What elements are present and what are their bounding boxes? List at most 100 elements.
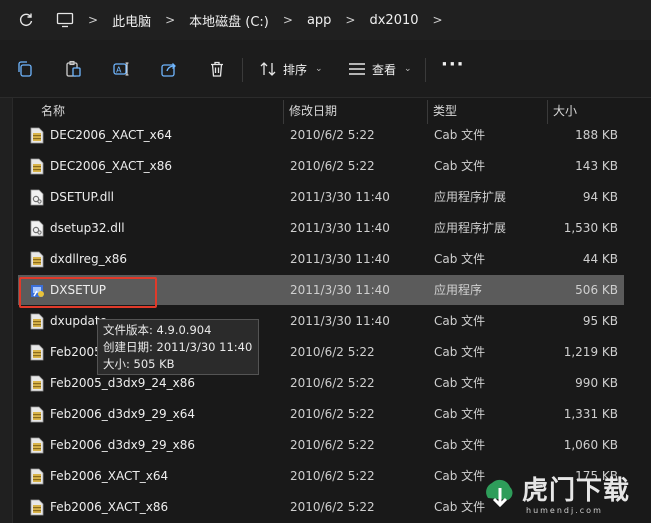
cab-file-icon (30, 468, 44, 485)
cab-file-icon (30, 375, 44, 392)
file-date: 2011/3/30 11:40 (290, 314, 390, 328)
file-row[interactable]: Feb2006_d3dx9_29_x64 2010/6/2 5:22 Cab 文件 1… (18, 399, 624, 429)
file-row[interactable]: DEC2006_XACT_x64 2010/6/2 5:22 Cab 文件 188 K… (18, 120, 624, 150)
file-size: 1,219 KB (563, 345, 618, 359)
file-type: 应用程序 (434, 283, 483, 297)
breadcrumb-item[interactable]: 此电脑 (112, 11, 151, 30)
tooltip-size: 大小: 505 KB (103, 357, 175, 371)
file-name: DSETUP.dll (50, 190, 115, 204)
file-date: 2010/6/2 5:22 (290, 407, 375, 421)
file-row[interactable]: Feb2006_d3dx9_29_x86 2010/6/2 5:22 Cab 文件 1… (18, 430, 624, 460)
file-date: 2010/6/2 5:22 (290, 500, 375, 514)
copy-icon[interactable] (14, 58, 36, 80)
file-type: Cab 文件 (434, 159, 486, 173)
view-button[interactable]: 查看 ⌄ (348, 58, 412, 80)
file-row[interactable]: DEC2006_XACT_x86 2010/6/2 5:22 Cab 文件 143 K… (18, 151, 624, 181)
share-icon[interactable] (158, 58, 180, 80)
file-size: 143 KB (575, 159, 618, 173)
paste-icon[interactable] (62, 58, 84, 80)
file-type: Cab 文件 (434, 500, 486, 514)
file-date: 2011/3/30 11:40 (290, 190, 390, 204)
file-name: dxdllreg_x86 (50, 252, 128, 266)
toolbar-divider (242, 58, 243, 82)
file-name: Feb2006_d3dx9_29_x86 (50, 438, 196, 452)
file-row[interactable]: DSETUP.dll 2011/3/30 11:40 应用程序扩展 94 KB (18, 182, 624, 212)
file-name: Feb2006_XACT_x86 (50, 500, 169, 514)
file-date: 2011/3/30 11:40 (290, 283, 390, 297)
file-date: 2011/3/30 11:40 (290, 252, 390, 266)
watermark-logo-icon (486, 479, 513, 508)
file-type: Cab 文件 (434, 252, 486, 266)
breadcrumb-item[interactable]: app (307, 13, 331, 28)
tooltip-created: 创建日期: 2011/3/30 11:40 (103, 340, 253, 354)
breadcrumb-item[interactable]: 本地磁盘 (C:) (189, 11, 269, 30)
file-date: 2010/6/2 5:22 (290, 376, 375, 390)
command-bar: A 排序 ⌄ 查看 ⌄ ··· (0, 40, 651, 98)
computer-icon[interactable] (56, 12, 74, 28)
tooltip-version: 文件版本: 4.9.0.904 (103, 323, 212, 337)
more-options-button[interactable]: ··· (441, 54, 465, 75)
sort-icon (260, 62, 276, 76)
cab-file-icon (30, 344, 44, 361)
highlight-box (19, 277, 157, 308)
file-type: Cab 文件 (434, 407, 486, 421)
file-name: DEC2006_XACT_x64 (50, 128, 173, 142)
cab-file-icon (30, 499, 44, 516)
chevron-right-icon: > (88, 13, 99, 27)
navigation-pane-edge (0, 98, 13, 523)
dll-file-icon (30, 189, 44, 206)
file-size: 990 KB (575, 376, 618, 390)
watermark: 虎门下载 humendj.com (480, 470, 645, 520)
file-size: 1,060 KB (563, 438, 618, 452)
file-size: 1,331 KB (563, 407, 618, 421)
chevron-down-icon: ⌄ (404, 64, 412, 74)
file-name: Feb2006_d3dx9_29_x64 (50, 407, 196, 421)
file-size: 506 KB (575, 283, 618, 297)
rename-icon[interactable]: A (110, 58, 132, 80)
chevron-down-icon: ⌄ (315, 64, 323, 74)
file-type: 应用程序扩展 (434, 221, 507, 235)
file-type: Cab 文件 (434, 376, 486, 390)
file-type: Cab 文件 (434, 469, 486, 483)
cab-file-icon (30, 251, 44, 268)
address-bar: > 此电脑 > 本地磁盘 (C:) > app > dx2010 > (0, 0, 651, 40)
file-name: dsetup32.dll (50, 221, 125, 235)
file-date: 2011/3/30 11:40 (290, 221, 390, 235)
svg-text:A: A (116, 66, 122, 75)
file-size: 44 KB (582, 252, 618, 266)
file-type: 应用程序扩展 (434, 190, 507, 204)
delete-icon[interactable] (206, 58, 228, 80)
watermark-text: 虎门下载 (522, 476, 631, 506)
file-row[interactable]: dsetup32.dll 2011/3/30 11:40 应用程序扩展 1,530 K… (18, 213, 624, 243)
file-date: 2010/6/2 5:22 (290, 159, 375, 173)
file-type: Cab 文件 (434, 345, 486, 359)
dll-file-icon (30, 220, 44, 237)
file-name: DEC2006_XACT_x86 (50, 159, 173, 173)
file-tooltip: 文件版本: 4.9.0.904 创建日期: 2011/3/30 11:40 大小… (97, 319, 259, 375)
breadcrumb-item[interactable]: dx2010 (369, 13, 418, 28)
sort-button[interactable]: 排序 ⌄ (259, 58, 323, 80)
file-size: 95 KB (582, 314, 618, 328)
chevron-right-icon: > (282, 13, 293, 27)
watermark-subtext: humendj.com (526, 506, 603, 515)
cab-file-icon (30, 406, 44, 423)
file-row[interactable]: dxdllreg_x86 2011/3/30 11:40 Cab 文件 44 KB (18, 244, 624, 274)
file-date: 2010/6/2 5:22 (290, 438, 375, 452)
file-size: 188 KB (575, 128, 618, 142)
file-type: Cab 文件 (434, 314, 486, 328)
cab-file-icon (30, 437, 44, 454)
file-name: Feb2006_XACT_x64 (50, 469, 169, 483)
refresh-icon[interactable] (14, 8, 38, 32)
chevron-right-icon: > (432, 13, 443, 27)
file-size: 1,530 KB (563, 221, 618, 235)
cab-file-icon (30, 127, 44, 144)
cab-file-icon (30, 313, 44, 330)
view-label: 查看 (372, 62, 397, 77)
chevron-right-icon: > (165, 13, 176, 27)
file-type: Cab 文件 (434, 128, 486, 142)
file-type: Cab 文件 (434, 438, 486, 452)
sort-label: 排序 (283, 62, 308, 77)
file-date: 2010/6/2 5:22 (290, 128, 375, 142)
toolbar-divider (425, 58, 426, 82)
cab-file-icon (30, 158, 44, 175)
